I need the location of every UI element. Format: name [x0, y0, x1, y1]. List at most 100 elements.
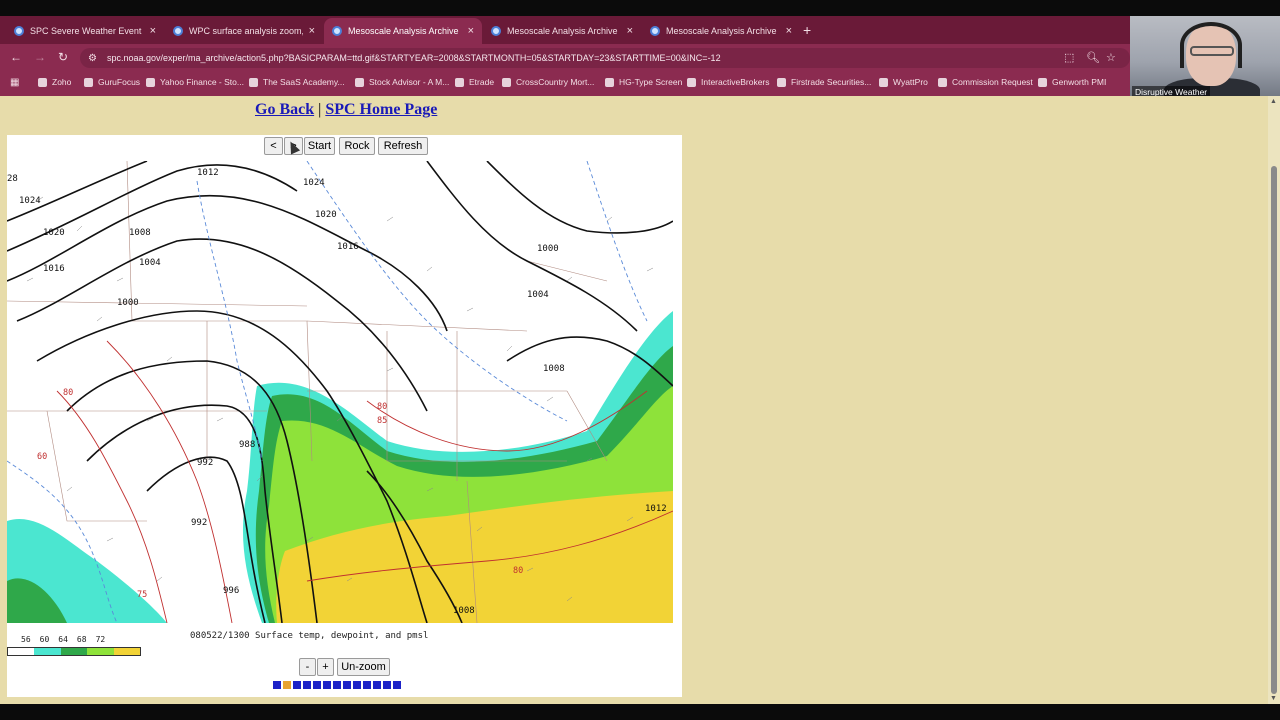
- zoom-icon[interactable]: 🔍︎: [1086, 51, 1100, 64]
- isobar-label: 992: [191, 518, 207, 528]
- bookmark-item[interactable]: The SaaS Academy...: [249, 77, 345, 87]
- globe-icon: [173, 26, 183, 36]
- close-icon[interactable]: ×: [150, 25, 156, 37]
- apps-grid-icon[interactable]: ▦: [10, 77, 19, 88]
- url-text[interactable]: spc.noaa.gov/exper/ma_archive/action5.ph…: [107, 53, 721, 63]
- legend-swatch: [8, 648, 35, 655]
- frame-square[interactable]: [323, 681, 331, 689]
- bookmark-item[interactable]: CrossCountry Mort...: [502, 77, 594, 87]
- map-caption: 080522/1300 Surface temp, dewpoint, and …: [190, 631, 429, 641]
- close-icon[interactable]: ×: [786, 25, 792, 37]
- tab-mesoscale-2[interactable]: Mesoscale Analysis Archive ×: [483, 18, 641, 44]
- surface-analysis-map[interactable]: 1012 1024 1020 1016 1024 1020 1016 1008 …: [7, 161, 673, 623]
- frame-square[interactable]: [313, 681, 321, 689]
- bookmark-item[interactable]: HG-Type Screen: [605, 77, 682, 87]
- bookmark-favicon-icon: [938, 77, 947, 87]
- legend-value: 68: [76, 635, 87, 644]
- isobar-label: 28: [7, 174, 18, 184]
- page-scrollbar[interactable]: ▲ ▼: [1268, 96, 1280, 704]
- isobar-label: 1016: [43, 264, 65, 274]
- unzoom-button[interactable]: Un-zoom: [337, 658, 390, 676]
- new-tab-button[interactable]: +: [803, 22, 811, 38]
- isobar-label: 1024: [19, 196, 41, 206]
- bookmark-favicon-icon: [146, 77, 155, 87]
- bookmark-item[interactable]: Stock Advisor - A M...: [355, 77, 449, 87]
- bookmark-item[interactable]: Firstrade Securities...: [777, 77, 871, 87]
- bookmark-favicon-icon: [84, 77, 93, 87]
- frame-square[interactable]: [293, 681, 301, 689]
- bookmark-item[interactable]: Genworth PMI: [1038, 77, 1106, 87]
- zoom-out-button[interactable]: -: [299, 658, 316, 676]
- browser-chrome: SPC Severe Weather Event Revi × WPC surf…: [0, 16, 1130, 96]
- bookmark-item[interactable]: Zoho: [38, 77, 71, 87]
- frame-square[interactable]: [393, 681, 401, 689]
- bookmark-label: Zoho: [52, 77, 72, 87]
- refresh-button[interactable]: Refresh: [378, 137, 428, 155]
- reload-icon[interactable]: ↻: [58, 50, 68, 64]
- scroll-up-icon[interactable]: ▲: [1270, 98, 1277, 105]
- bookmark-label: Yahoo Finance - Sto...: [160, 77, 244, 87]
- tab-wpc-surface[interactable]: WPC surface analysis zoom, pa ×: [165, 18, 323, 44]
- globe-icon: [650, 26, 660, 36]
- install-icon[interactable]: ⬚: [1064, 51, 1074, 64]
- tab-mesoscale-active[interactable]: Mesoscale Analysis Archive ×: [324, 18, 482, 44]
- bookmark-star-icon[interactable]: ☆: [1106, 51, 1116, 64]
- forward-arrow-icon[interactable]: →: [34, 50, 46, 64]
- tab-mesoscale-3[interactable]: Mesoscale Analysis Archive ×: [642, 18, 800, 44]
- spc-home-link[interactable]: SPC Home Page: [325, 101, 437, 118]
- bookmark-item[interactable]: InteractiveBrokers: [687, 77, 770, 87]
- frame-square[interactable]: [333, 681, 341, 689]
- bookmark-item[interactable]: Yahoo Finance - Sto...: [146, 77, 244, 87]
- legend-color-bar: [7, 647, 141, 656]
- frame-square[interactable]: [373, 681, 381, 689]
- scroll-down-icon[interactable]: ▼: [1270, 695, 1277, 702]
- prev-frame-button[interactable]: <: [264, 137, 283, 155]
- isobar-label: 1016: [337, 242, 359, 252]
- isobar-label: 1000: [537, 244, 559, 254]
- frame-square[interactable]: [343, 681, 351, 689]
- headset-icon: [1180, 22, 1242, 68]
- frame-square[interactable]: [273, 681, 281, 689]
- isobar-label: 992: [197, 458, 213, 468]
- page-viewport: Go Back | SPC Home Page < > Start Rock Ref…: [0, 96, 1280, 704]
- bookmark-item[interactable]: Commission Request: [938, 77, 1033, 87]
- start-button[interactable]: Start: [304, 137, 335, 155]
- frame-square[interactable]: [353, 681, 361, 689]
- legend-swatch: [34, 648, 61, 655]
- bookmark-label: Genworth PMI: [1052, 77, 1107, 87]
- bookmark-item[interactable]: WyattPro: [879, 77, 928, 87]
- go-back-link[interactable]: Go Back: [255, 101, 314, 118]
- isobar-label: 1012: [197, 168, 219, 178]
- tab-spc-severe[interactable]: SPC Severe Weather Event Revi ×: [6, 18, 164, 44]
- bookmark-favicon-icon: [455, 77, 464, 87]
- bookmark-label: CrossCountry Mort...: [516, 77, 595, 87]
- address-bar[interactable]: ⚙ spc.noaa.gov/exper/ma_archive/action5.…: [80, 48, 1130, 68]
- frame-square[interactable]: [383, 681, 391, 689]
- bookmark-label: The SaaS Academy...: [263, 77, 345, 87]
- tab-strip: SPC Severe Weather Event Revi × WPC surf…: [0, 16, 1130, 44]
- frame-square[interactable]: [363, 681, 371, 689]
- isobar-label: 988: [239, 440, 255, 450]
- tab-label: Mesoscale Analysis Archive: [348, 26, 459, 36]
- back-arrow-icon[interactable]: ←: [10, 50, 22, 64]
- frame-square-current[interactable]: [283, 681, 291, 689]
- legend-values: 56 60 64 68 72: [21, 635, 131, 644]
- rock-button[interactable]: Rock: [339, 137, 375, 155]
- legend-swatch: [60, 648, 88, 655]
- isobar-label: 1004: [527, 290, 549, 300]
- bookmark-favicon-icon: [502, 77, 511, 87]
- bookmark-favicon-icon: [1038, 77, 1047, 87]
- close-icon[interactable]: ×: [627, 25, 633, 37]
- close-icon[interactable]: ×: [468, 25, 474, 37]
- close-icon[interactable]: ×: [309, 25, 315, 37]
- frame-square[interactable]: [303, 681, 311, 689]
- tab-label: SPC Severe Weather Event Revi: [30, 26, 144, 36]
- isobar-label: 1008: [129, 228, 151, 238]
- bookmark-item[interactable]: Etrade: [455, 77, 494, 87]
- isobar-label: 996: [223, 586, 239, 596]
- zoom-in-button[interactable]: +: [317, 658, 334, 676]
- scroll-thumb[interactable]: [1271, 166, 1277, 694]
- site-info-icon[interactable]: ⚙: [88, 53, 97, 64]
- bookmark-item[interactable]: GuruFocus: [84, 77, 140, 87]
- bookmark-label: Etrade: [469, 77, 495, 87]
